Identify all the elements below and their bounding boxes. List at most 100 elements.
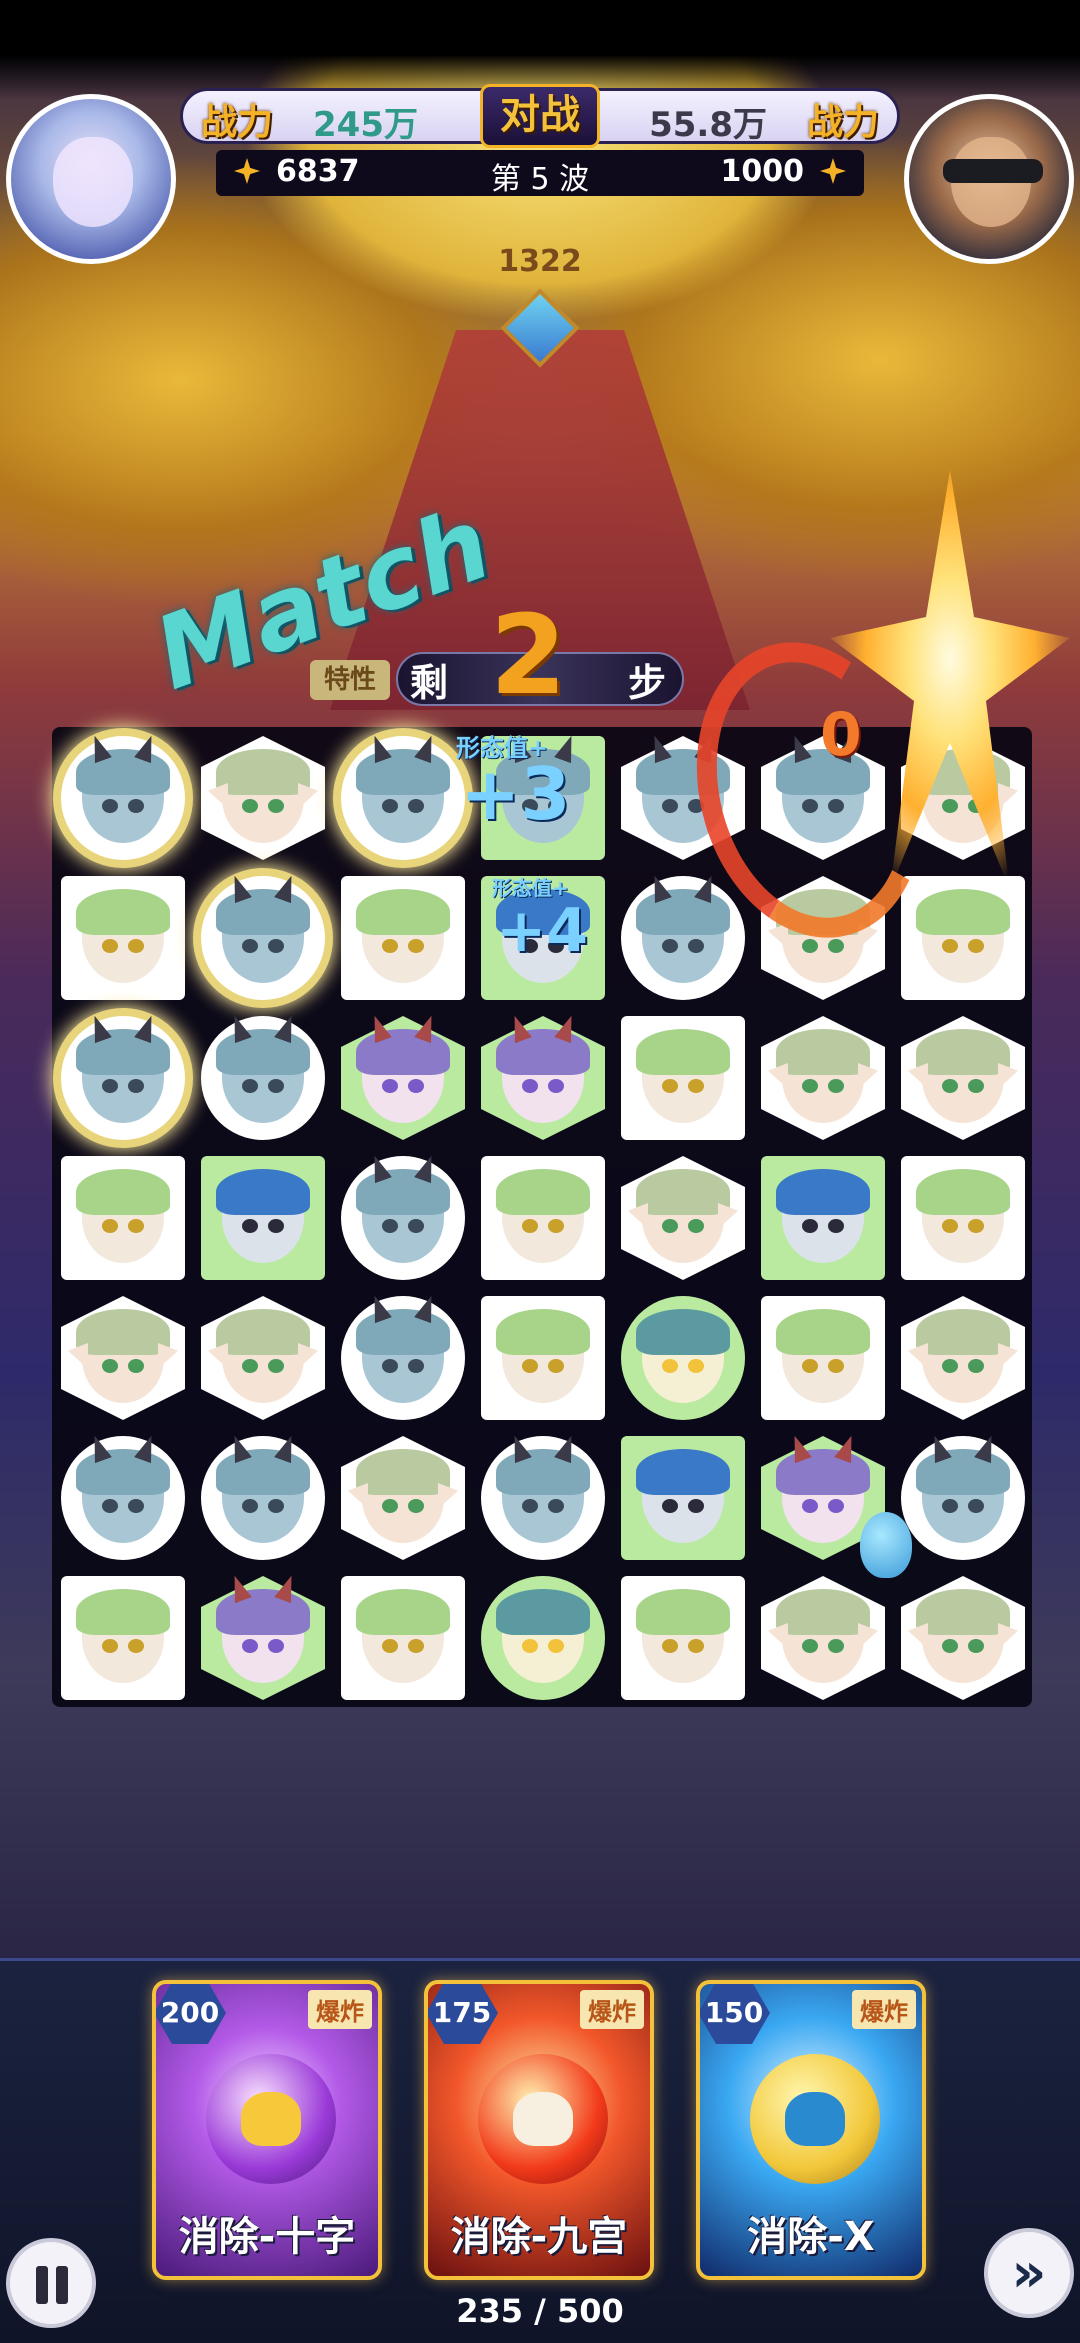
tile-green[interactable]: [58, 1153, 188, 1283]
tile-dragon[interactable]: [478, 1433, 608, 1563]
avatar-face: [53, 137, 133, 227]
tile-dragon[interactable]: [198, 1433, 328, 1563]
tile-blue[interactable]: [198, 1153, 328, 1283]
tile-elf[interactable]: [898, 1573, 1028, 1703]
battle-hud: 战力 245万 55.8万 战力 对战 6837 第 5 波 1000: [180, 84, 900, 198]
green-face-icon: [76, 1589, 170, 1683]
blue-face-icon: [776, 1169, 870, 1263]
tile-elf[interactable]: [758, 1573, 888, 1703]
tile-elf[interactable]: [898, 1293, 1028, 1423]
dragon-face-icon: [216, 893, 310, 983]
skill-card-nine-grid[interactable]: 175 爆炸 消除-九宫: [424, 1980, 654, 2280]
tile-dragon[interactable]: [338, 733, 468, 863]
skill-label: 消除-十字: [178, 2214, 356, 2260]
tile-green[interactable]: [898, 873, 1028, 1003]
blast-tag: 爆炸: [852, 1990, 916, 2029]
demon-face-icon: [496, 1033, 590, 1123]
skill-label: 消除-X: [747, 2214, 875, 2260]
elf-face-icon: [768, 1029, 878, 1123]
tile-elf[interactable]: [58, 1293, 188, 1423]
tile-dragon[interactable]: [198, 873, 328, 1003]
green-face-icon: [636, 1029, 730, 1123]
tile-wolf[interactable]: [478, 1573, 608, 1703]
right-power-label: 战力: [806, 102, 879, 143]
left-power-label: 战力: [201, 102, 274, 143]
skill-card-cross[interactable]: 200 爆炸 消除-十字: [152, 1980, 382, 2280]
player-avatar[interactable]: [6, 94, 176, 264]
demon-face-icon: [776, 1453, 870, 1543]
elf-face-icon: [348, 1449, 458, 1543]
elf-face-icon: [908, 1589, 1018, 1683]
tile-green[interactable]: [618, 1573, 748, 1703]
blue-bomb-icon: [750, 2054, 880, 2184]
blue-face-icon: [636, 1449, 730, 1543]
tile-elf[interactable]: [338, 1433, 468, 1563]
tile-dragon[interactable]: [618, 873, 748, 1003]
tile-elf[interactable]: [198, 1293, 328, 1423]
tile-dragon[interactable]: [338, 1293, 468, 1423]
tile-dragon[interactable]: [198, 1013, 328, 1143]
green-face-icon: [496, 1309, 590, 1403]
tile-green[interactable]: [478, 1293, 608, 1423]
tile-elf[interactable]: [618, 1153, 748, 1283]
cost-badge: 175: [428, 1984, 498, 2044]
tile-dragon[interactable]: [58, 1433, 188, 1563]
tile-dragon[interactable]: [58, 1013, 188, 1143]
tile-elf[interactable]: [758, 1013, 888, 1143]
tile-green[interactable]: [758, 1293, 888, 1423]
special-tag: 特性: [310, 660, 390, 700]
elf-face-icon: [908, 1029, 1018, 1123]
green-face-icon: [496, 1169, 590, 1263]
dragon-face-icon: [76, 1033, 170, 1123]
tile-green[interactable]: [338, 873, 468, 1003]
tile-dragon[interactable]: [898, 1433, 1028, 1563]
egg-icon: [860, 1512, 912, 1578]
dragon-face-icon: [356, 1173, 450, 1263]
elf-face-icon: [68, 1309, 178, 1403]
enemy-avatar[interactable]: [904, 94, 1074, 264]
skull-icon: [241, 2092, 301, 2146]
boss-hp-value: 1322: [498, 244, 582, 279]
green-face-icon: [776, 1309, 870, 1403]
tile-blue[interactable]: [618, 1433, 748, 1563]
demon-face-icon: [216, 1593, 310, 1683]
dragon-face-icon: [356, 753, 450, 843]
tile-dragon[interactable]: [338, 1153, 468, 1283]
dragon-face-icon: [356, 1313, 450, 1403]
right-power-value: 55.8万: [649, 105, 767, 145]
tile-elf[interactable]: [898, 1013, 1028, 1143]
tile-green[interactable]: [58, 1573, 188, 1703]
dragon-face-icon: [496, 1453, 590, 1543]
dragon-face-icon: [216, 1033, 310, 1123]
elf-face-icon: [628, 1169, 738, 1263]
bonus-value: +4: [496, 896, 589, 966]
dragon-face-icon: [76, 753, 170, 843]
tile-demon[interactable]: [478, 1013, 608, 1143]
tile-elf[interactable]: [198, 733, 328, 863]
green-face-icon: [916, 889, 1010, 983]
tile-green[interactable]: [478, 1153, 608, 1283]
skull-icon: [513, 2092, 573, 2146]
tile-green[interactable]: [338, 1573, 468, 1703]
left-power-value: 245万: [313, 105, 418, 145]
tile-green[interactable]: [618, 1013, 748, 1143]
cost-badge: 150: [700, 1984, 770, 2044]
dragon-face-icon: [916, 1453, 1010, 1543]
tile-demon[interactable]: [338, 1013, 468, 1143]
wolf-face-icon: [496, 1589, 590, 1683]
green-face-icon: [76, 1169, 170, 1263]
skill-card-x[interactable]: 150 爆炸 消除-X: [696, 1980, 926, 2280]
tile-green[interactable]: [58, 873, 188, 1003]
vs-badge: 对战: [480, 84, 600, 148]
right-power-panel: 55.8万 战力: [570, 88, 900, 145]
tile-demon[interactable]: [198, 1573, 328, 1703]
elf-face-icon: [208, 749, 318, 843]
purple-bomb-icon: [206, 2054, 336, 2184]
cost-badge: 200: [156, 1984, 226, 2044]
tile-green[interactable]: [898, 1153, 1028, 1283]
tile-dragon[interactable]: [58, 733, 188, 863]
tile-wolf[interactable]: [618, 1293, 748, 1423]
combo-digit: 0: [820, 700, 862, 770]
dragon-face-icon: [76, 1453, 170, 1543]
tile-blue[interactable]: [758, 1153, 888, 1283]
